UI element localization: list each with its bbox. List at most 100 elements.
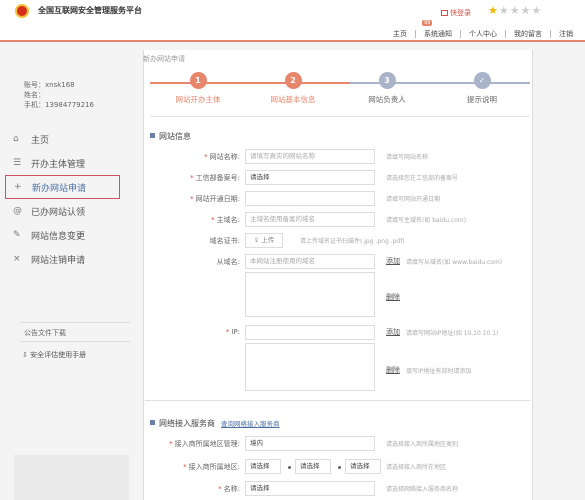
- login-label: 快登录: [450, 9, 471, 17]
- sidebar-item-claim-website[interactable]: @ 已办网站认领: [5, 199, 120, 223]
- subdomain-input[interactable]: 本网站注册使用的域名: [245, 254, 375, 269]
- step-3: 3 网站负责人: [347, 72, 427, 105]
- delete-ip-link[interactable]: 删除: [386, 365, 400, 375]
- top-nav: 主页 系统通知 个人中心 我的留言 注销: [393, 29, 573, 39]
- nav-messages[interactable]: 我的留言: [514, 29, 542, 39]
- sidebar-menu: ⌂ 主页 ☰ 开办主体管理 + 新办网站申请 @ 已办网站认领 ✎ 网站信息变更 × 网站注…: [5, 127, 120, 271]
- edit-icon: ✎: [13, 230, 21, 240]
- star-icon-filled: ★: [488, 4, 499, 17]
- province-select[interactable]: 请选择: [245, 459, 281, 474]
- field-label: * IP:: [225, 328, 240, 336]
- ip-input[interactable]: [245, 325, 375, 340]
- progress-steps: 1 网站开办主体 2 网站基本信息 3 网站负责人 ✓ 提示说明: [150, 72, 530, 112]
- steps-divider: [150, 116, 530, 117]
- section-divider: [145, 400, 530, 401]
- sidebar-item-label: 主页: [31, 135, 50, 146]
- sidebar-divider: [20, 322, 130, 323]
- field-label: * 网站开通日期:: [190, 195, 240, 203]
- form-row-icp: * 工信部备案号: 请选择 请选择您在工信部的备案号: [150, 170, 530, 188]
- sidebar-item-change-info[interactable]: ✎ 网站信息变更: [5, 223, 120, 247]
- star-icon: ★: [531, 4, 543, 17]
- user-name: 姓名：: [24, 91, 45, 99]
- step-1: 1 网站开办主体: [158, 72, 238, 105]
- manual-label: 安全评估使用手册: [30, 351, 87, 359]
- icp-select[interactable]: 请选择: [245, 170, 375, 185]
- site-name-input[interactable]: 请填写真实的网站名称: [245, 149, 375, 164]
- form-row-open-date: * 网站开通日期: 请填写网站开通日期: [150, 191, 530, 209]
- star-icon: ★: [498, 4, 510, 17]
- step-4: ✓ 提示说明: [442, 72, 522, 105]
- step-label: 网站开办主体: [175, 95, 221, 104]
- form-row-region-type: * 接入商所属地区管理: 境内 请选择接入商所属地区类别: [150, 436, 530, 454]
- cross-icon: ×: [13, 254, 21, 264]
- form-row-ip: * IP: 添加 请填写网站IP地址(如 10.10.10.1): [150, 325, 530, 343]
- field-hint: 请选择网络接入服务商名称: [386, 486, 459, 493]
- field-label: * 名称:: [218, 485, 240, 493]
- step-circle: 1: [189, 72, 207, 89]
- field-label: 从域名:: [216, 258, 240, 266]
- field-label: 域名证书:: [209, 237, 240, 245]
- field-hint: 请填写主域名(如 baidu.com): [386, 217, 467, 224]
- step-label: 提示说明: [467, 95, 497, 104]
- site-title: 全国互联网安全管理服务平台: [38, 6, 142, 15]
- open-date-input[interactable]: [245, 191, 375, 206]
- sidebar-footer: [14, 455, 129, 500]
- field-label: * 主域名:: [211, 216, 240, 224]
- login-link[interactable]: 快登录: [441, 8, 471, 18]
- form-row-area: * 接入商所属地区: 请选择 请选择 请选择 请选择接入商所在地区: [150, 459, 530, 477]
- nav-logout[interactable]: 注销: [559, 29, 573, 39]
- form-row-ip-delete: 删除 填写IP地址有效时请添加: [150, 363, 530, 381]
- field-hint: 请填写从域名(如 www.baidu.com): [406, 259, 503, 266]
- police-emblem-logo: [15, 4, 29, 18]
- field-hint: 请填写网站名称: [386, 154, 429, 161]
- sidebar-item-new-website[interactable]: + 新办网站申请: [5, 175, 120, 199]
- district-select[interactable]: 请选择: [345, 459, 381, 474]
- field-label: * 接入商所属地区:: [183, 463, 240, 471]
- field-label: * 工信部备案号:: [190, 174, 240, 182]
- sidebar-item-label: 网站注销申请: [31, 255, 86, 266]
- upload-button[interactable]: ⇪ 上传: [245, 233, 283, 248]
- step-circle: 3: [378, 72, 396, 89]
- breadcrumb: 新办网站申请: [143, 55, 185, 63]
- sidebar-item-label: 网站信息变更: [31, 231, 86, 242]
- section-title-network: 网络接入服务商 查询网络接入服务商: [150, 418, 280, 429]
- separator-dot: [338, 466, 341, 469]
- region-type-select[interactable]: 境内: [245, 436, 375, 451]
- nav-divider: [415, 30, 416, 38]
- nav-divider: [550, 30, 551, 38]
- city-select[interactable]: 请选择: [295, 459, 331, 474]
- field-label: * 网站名称:: [204, 153, 240, 161]
- query-provider-link[interactable]: 查询网络接入服务商: [221, 420, 280, 428]
- nav-notifications[interactable]: 系统通知: [424, 29, 452, 39]
- nav-profile[interactable]: 个人中心: [469, 29, 497, 39]
- download-icon: ⇩: [22, 351, 31, 359]
- sidebar-item-home[interactable]: ⌂ 主页: [5, 127, 120, 151]
- add-ip-link[interactable]: 添加: [386, 327, 400, 337]
- field-hint: 请选择您在工信部的备案号: [386, 175, 459, 182]
- form-row-cert: 域名证书: ⇪ 上传 请上传域名证书扫描件(.jpg .png .pdf): [150, 233, 530, 251]
- sidebar-item-label: 已办网站认领: [31, 207, 86, 218]
- field-hint: 请选择接入商所属地区类别: [386, 441, 459, 448]
- check-icon: ✓: [473, 72, 491, 89]
- star-icon: ★: [520, 4, 532, 17]
- domain-input[interactable]: 主域名使用备案的域名: [245, 212, 375, 227]
- field-hint: 填写IP地址有效时请添加: [406, 368, 472, 375]
- top-header: 全国互联网安全管理服务平台 99 快登录 ★★★★★ 主页 系统通知 个人中心 …: [0, 0, 585, 42]
- form-row-site-name: * 网站名称: 请填写真实的网站名称 请填写网站名称: [150, 149, 530, 167]
- field-label: * 接入商所属地区管理:: [169, 440, 240, 448]
- nav-home[interactable]: 主页: [393, 29, 407, 39]
- step-label: 网站负责人: [368, 95, 406, 104]
- delete-subdomain-link[interactable]: 删除: [386, 292, 400, 302]
- sidebar-item-label: 开办主体管理: [31, 159, 86, 170]
- sidebar-item-cancel-website[interactable]: × 网站注销申请: [5, 247, 120, 271]
- user-phone: 手机：13984779216: [24, 101, 94, 109]
- sidebar-item-label: 新办网站申请: [32, 183, 87, 194]
- form-row-domain: * 主域名: 主域名使用备案的域名 请填写主域名(如 baidu.com): [150, 212, 530, 230]
- sidebar-item-entity-management[interactable]: ☰ 开办主体管理: [5, 151, 120, 175]
- provider-select[interactable]: 请选择: [245, 481, 375, 496]
- form-row-provider-name: * 名称: 请选择 请选择网络接入服务商名称: [150, 481, 530, 499]
- form-row-subdomain-delete: 删除: [150, 290, 530, 308]
- separator-dot: [288, 466, 291, 469]
- manual-download-link[interactable]: ⇩ 安全评估使用手册: [22, 350, 86, 360]
- add-subdomain-link[interactable]: 添加: [386, 256, 400, 266]
